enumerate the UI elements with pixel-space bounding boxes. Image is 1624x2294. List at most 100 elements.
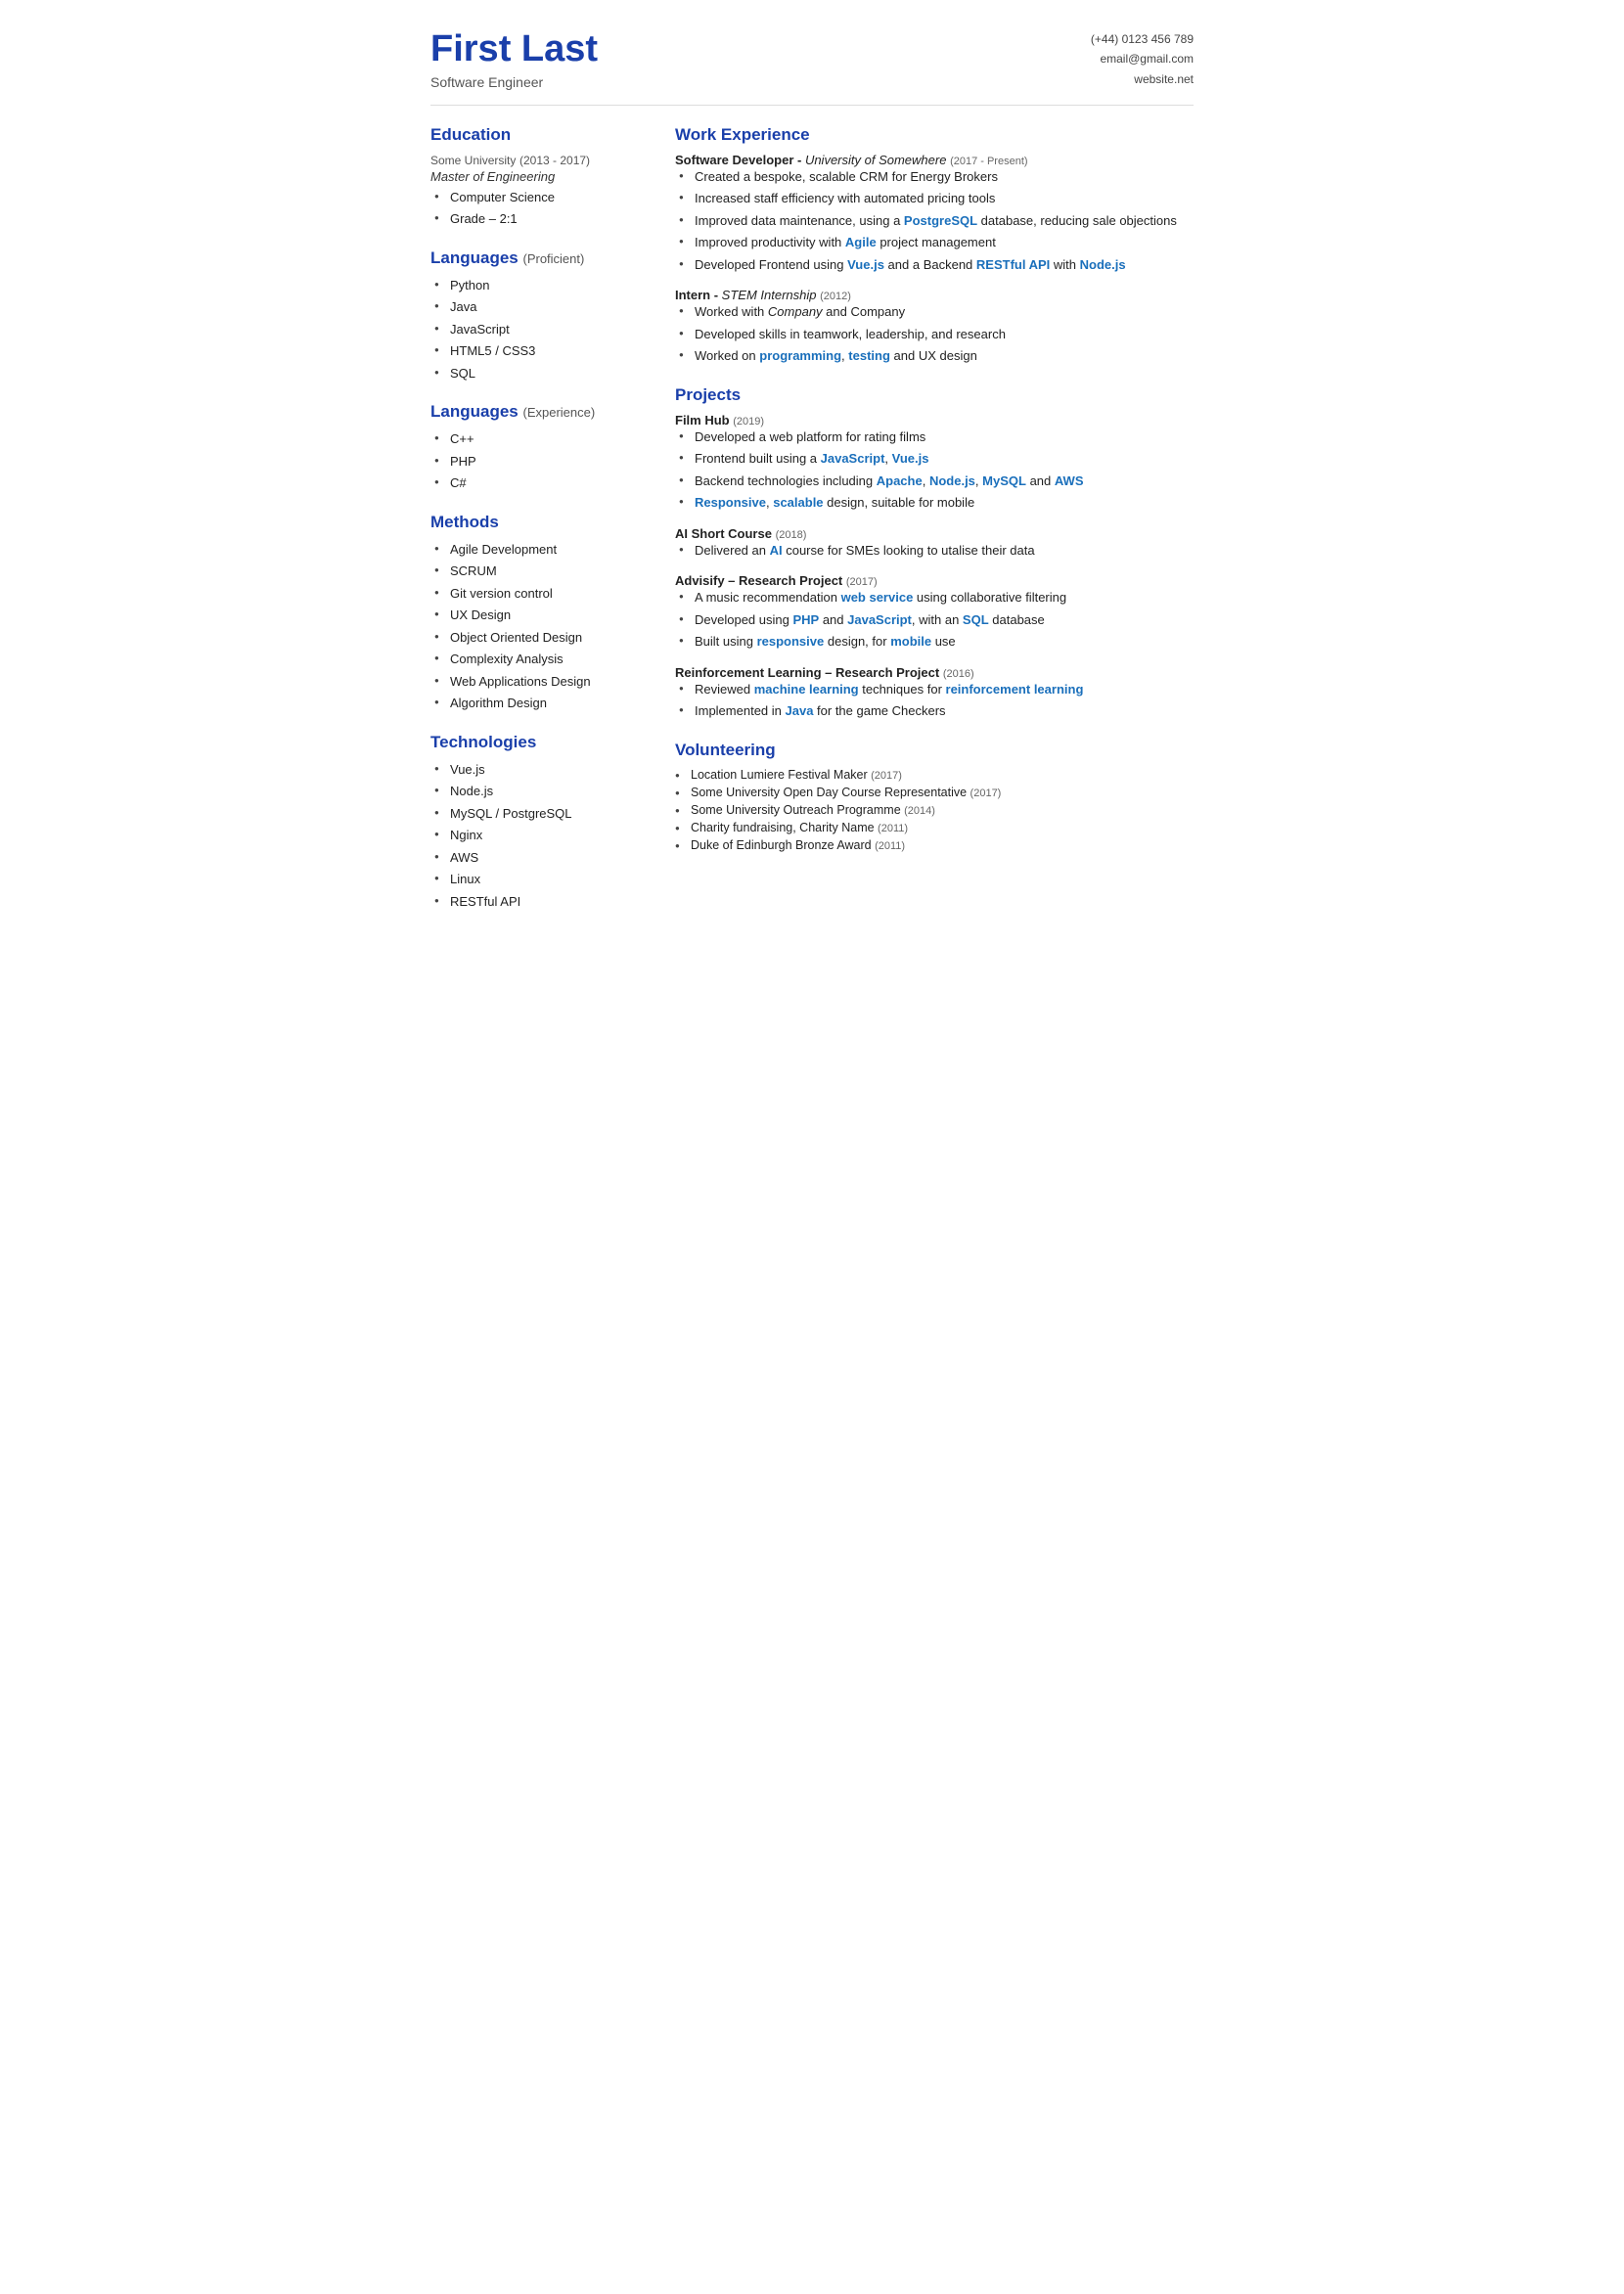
- list-item: MySQL / PostgreSQL: [434, 804, 646, 824]
- methods-section: Methods Agile Development SCRUM Git vers…: [430, 513, 646, 713]
- list-item: Developed Frontend using Vue.js and a Ba…: [679, 255, 1194, 275]
- list-item: Built using responsive design, for mobil…: [679, 632, 1194, 652]
- list-item: Developed a web platform for rating film…: [679, 427, 1194, 447]
- vol-item-1: Location Lumiere Festival Maker (2017): [675, 768, 1194, 782]
- email: email@gmail.com: [1091, 49, 1194, 68]
- list-item: Developed using PHP and JavaScript, with…: [679, 610, 1194, 630]
- list-item: AWS: [434, 848, 646, 868]
- list-item: Worked on programming, testing and UX de…: [679, 346, 1194, 366]
- list-item: JavaScript: [434, 320, 646, 339]
- project-title-filmhub: Film Hub (2019): [675, 413, 1194, 427]
- list-item: Object Oriented Design: [434, 628, 646, 648]
- list-item: UX Design: [434, 606, 646, 625]
- list-item: Reviewed machine learning techniques for…: [679, 680, 1194, 699]
- list-item: Improved productivity with Agile project…: [679, 233, 1194, 252]
- list-item: Developed skills in teamwork, leadership…: [679, 325, 1194, 344]
- header-left: First Last Software Engineer: [430, 29, 598, 90]
- list-item: Increased staff efficiency with automate…: [679, 189, 1194, 208]
- education-title: Education: [430, 125, 646, 145]
- project-title-rl: Reinforcement Learning – Research Projec…: [675, 665, 1194, 680]
- full-name: First Last: [430, 29, 598, 70]
- list-item: Git version control: [434, 584, 646, 604]
- list-item: PHP: [434, 452, 646, 472]
- website: website.net: [1091, 69, 1194, 89]
- projects-section: Projects Film Hub (2019) Developed a web…: [675, 385, 1194, 721]
- list-item: Complexity Analysis: [434, 650, 646, 669]
- languages-proficient-section: Languages (Proficient) Python Java JavaS…: [430, 248, 646, 383]
- ai-bullets: Delivered an AI course for SMEs looking …: [675, 541, 1194, 561]
- list-item: SCRUM: [434, 562, 646, 581]
- project-ai-course: AI Short Course (2018) Delivered an AI c…: [675, 526, 1194, 561]
- advisify-bullets: A music recommendation web service using…: [675, 588, 1194, 652]
- methods-list: Agile Development SCRUM Git version cont…: [430, 540, 646, 713]
- vol-item-2: Some University Open Day Course Represen…: [675, 786, 1194, 799]
- work-experience-section: Work Experience Software Developer - Uni…: [675, 125, 1194, 366]
- list-item: Python: [434, 276, 646, 295]
- work-title-2: Intern - STEM Internship (2012): [675, 288, 1194, 302]
- education-section: Education Some University (2013 - 2017) …: [430, 125, 646, 229]
- vol-item-3: Some University Outreach Programme (2014…: [675, 803, 1194, 817]
- project-filmhub: Film Hub (2019) Developed a web platform…: [675, 413, 1194, 513]
- right-column: Work Experience Software Developer - Uni…: [675, 125, 1194, 931]
- list-item: Worked with Company and Company: [679, 302, 1194, 322]
- list-item: Linux: [434, 870, 646, 889]
- job-title: Software Engineer: [430, 74, 598, 90]
- date-2: (2012): [820, 291, 851, 302]
- date-1: (2017 - Present): [950, 156, 1027, 167]
- work-experience-title: Work Experience: [675, 125, 1194, 145]
- list-item: Vue.js: [434, 760, 646, 780]
- work-bullets-1: Created a bespoke, scalable CRM for Ener…: [675, 167, 1194, 275]
- list-item: Web Applications Design: [434, 672, 646, 692]
- header-contact: (+44) 0123 456 789 email@gmail.com websi…: [1091, 29, 1194, 89]
- languages-experience-title: Languages (Experience): [430, 402, 646, 422]
- volunteering-title: Volunteering: [675, 741, 1194, 760]
- list-item: Implemented in Java for the game Checker…: [679, 701, 1194, 721]
- list-item: Grade – 2:1: [434, 209, 646, 229]
- project-title-ai: AI Short Course (2018): [675, 526, 1194, 541]
- technologies-list: Vue.js Node.js MySQL / PostgreSQL Nginx …: [430, 760, 646, 912]
- vol-item-4: Charity fundraising, Charity Name (2011): [675, 821, 1194, 834]
- languages-experience-section: Languages (Experience) C++ PHP C#: [430, 402, 646, 493]
- rl-bullets: Reviewed machine learning techniques for…: [675, 680, 1194, 721]
- work-title-1: Software Developer - University of Somew…: [675, 153, 1194, 167]
- projects-title: Projects: [675, 385, 1194, 405]
- company-2: STEM Internship: [722, 288, 817, 302]
- main-content: Education Some University (2013 - 2017) …: [430, 125, 1194, 931]
- list-item: Created a bespoke, scalable CRM for Ener…: [679, 167, 1194, 187]
- project-advisify: Advisify – Research Project (2017) A mus…: [675, 573, 1194, 652]
- company-1: University of Somewhere: [805, 153, 947, 167]
- languages-proficient-list: Python Java JavaScript HTML5 / CSS3 SQL: [430, 276, 646, 383]
- phone: (+44) 0123 456 789: [1091, 29, 1194, 49]
- list-item: RESTful API: [434, 892, 646, 912]
- volunteering-section: Volunteering Location Lumiere Festival M…: [675, 741, 1194, 852]
- list-item: SQL: [434, 364, 646, 383]
- methods-title: Methods: [430, 513, 646, 532]
- list-item: Frontend built using a JavaScript, Vue.j…: [679, 449, 1194, 469]
- list-item: Java: [434, 297, 646, 317]
- university-name: Some University (2013 - 2017): [430, 153, 646, 167]
- list-item: Delivered an AI course for SMEs looking …: [679, 541, 1194, 561]
- list-item: Responsive, scalable design, suitable fo…: [679, 493, 1194, 513]
- list-item: Agile Development: [434, 540, 646, 560]
- list-item: Algorithm Design: [434, 694, 646, 713]
- education-list: Computer Science Grade – 2:1: [430, 188, 646, 229]
- left-column: Education Some University (2013 - 2017) …: [430, 125, 646, 931]
- list-item: Computer Science: [434, 188, 646, 207]
- project-title-advisify: Advisify – Research Project (2017): [675, 573, 1194, 588]
- vol-item-5: Duke of Edinburgh Bronze Award (2011): [675, 838, 1194, 852]
- languages-proficient-title: Languages (Proficient): [430, 248, 646, 268]
- list-item: Backend technologies including Apache, N…: [679, 472, 1194, 491]
- degree: Master of Engineering: [430, 169, 646, 184]
- list-item: Node.js: [434, 782, 646, 801]
- work-entry-1: Software Developer - University of Somew…: [675, 153, 1194, 275]
- list-item: A music recommendation web service using…: [679, 588, 1194, 607]
- list-item: Nginx: [434, 826, 646, 845]
- list-item: HTML5 / CSS3: [434, 341, 646, 361]
- list-item: Improved data maintenance, using a Postg…: [679, 211, 1194, 231]
- list-item: C#: [434, 473, 646, 493]
- work-entry-2: Intern - STEM Internship (2012) Worked w…: [675, 288, 1194, 366]
- list-item: C++: [434, 429, 646, 449]
- languages-experience-list: C++ PHP C#: [430, 429, 646, 493]
- work-bullets-2: Worked with Company and Company Develope…: [675, 302, 1194, 366]
- technologies-section: Technologies Vue.js Node.js MySQL / Post…: [430, 733, 646, 912]
